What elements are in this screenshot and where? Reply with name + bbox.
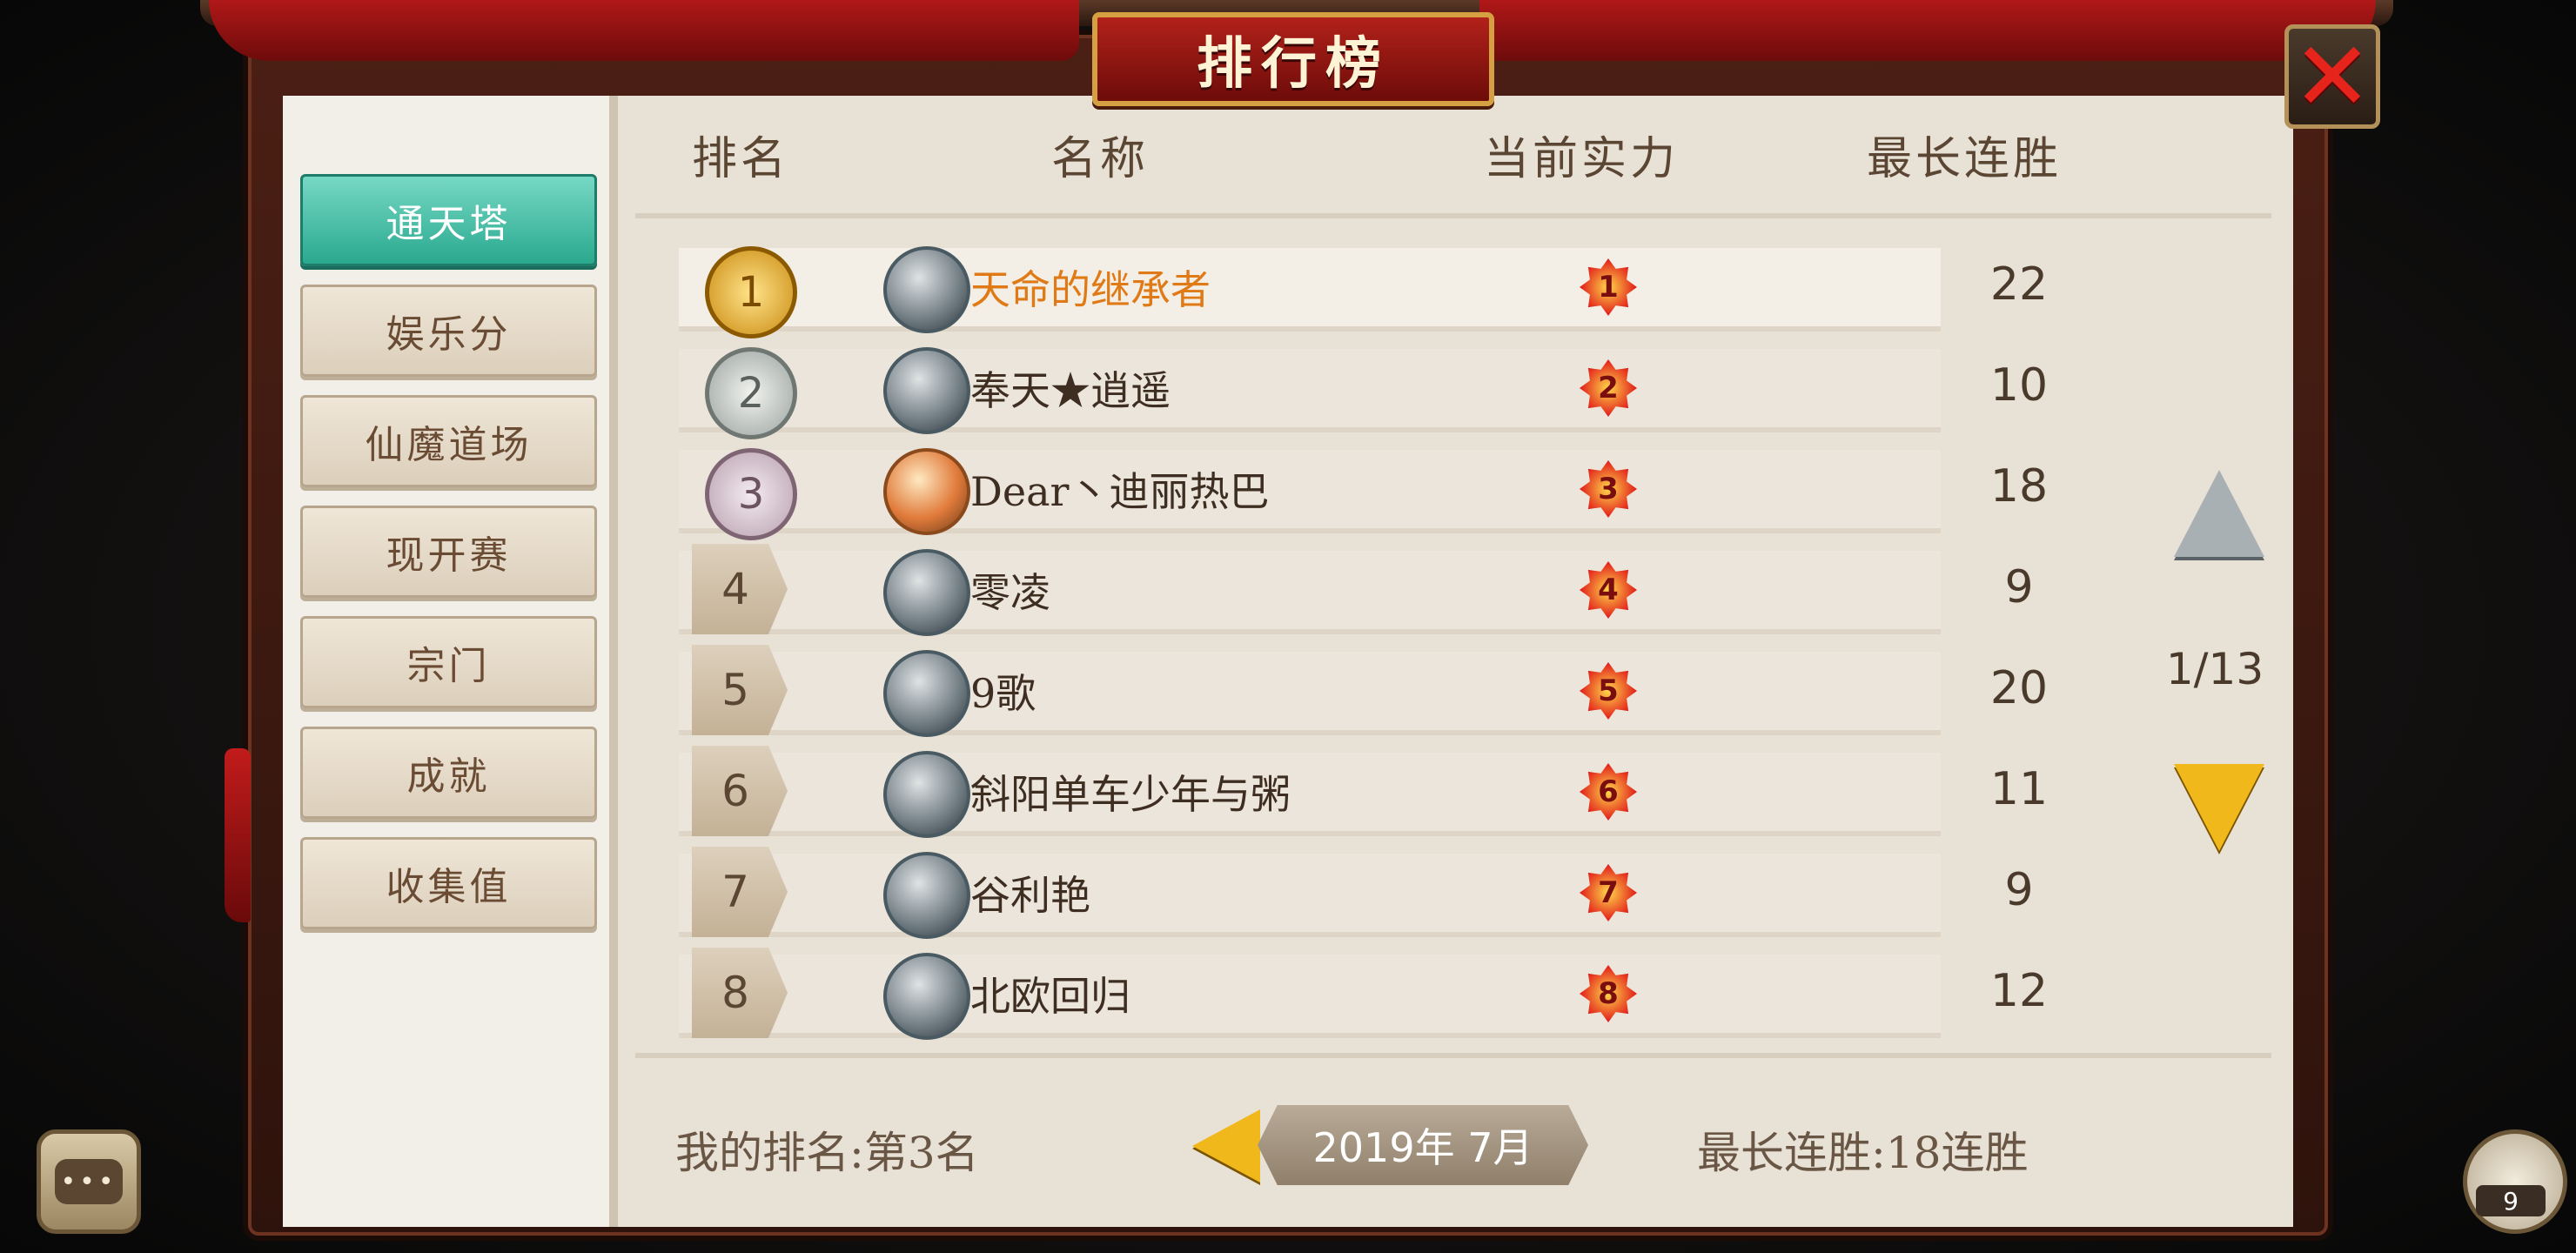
table-row[interactable]: 2 奉天★逍遥 2 10 — [679, 340, 2048, 439]
curtain-right — [1479, 0, 2376, 61]
player-name: 天命的继承者 — [970, 266, 1211, 313]
table-row[interactable]: 6 斜阳单车少年与粥 6 11 — [679, 744, 2048, 838]
silver-medal-icon: 2 — [705, 347, 797, 439]
avatar — [883, 246, 970, 333]
tab-zongmen[interactable]: 宗门 — [300, 616, 597, 708]
red-tassel — [225, 748, 251, 922]
month-selector[interactable]: 2019年 7月 — [1258, 1105, 1588, 1185]
scroll-down-icon[interactable] — [2174, 764, 2264, 851]
avatar — [883, 953, 970, 1040]
avatar — [883, 751, 970, 838]
streak-value: 9 — [2004, 561, 2034, 613]
friends-icon[interactable] — [2463, 1129, 2567, 1234]
curtain-left — [209, 0, 1079, 61]
player-name: 斜阳单车少年与粥 — [970, 771, 1291, 818]
rank-flag: 8 — [692, 948, 788, 1038]
gold-medal-icon: 1 — [705, 246, 797, 338]
streak-value: 22 — [1989, 258, 2049, 311]
avatar — [883, 852, 970, 939]
table-row[interactable]: 1 天命的继承者 1 22 — [679, 239, 2048, 338]
player-name: 9歌 — [970, 670, 1036, 717]
power-badge: 3 — [1580, 460, 1637, 518]
streak-value: 20 — [1989, 662, 2049, 714]
page-indicator: 1/13 — [2165, 644, 2264, 694]
tab-yulefen[interactable]: 娱乐分 — [300, 285, 597, 377]
scroll-up-icon[interactable] — [2174, 470, 2264, 557]
rank-flag: 5 — [692, 645, 788, 735]
player-name: Dear丶迪丽热巴 — [970, 468, 1270, 515]
rank-flag: 4 — [692, 544, 788, 634]
column-header-streak: 最长连胜 — [1867, 133, 2063, 185]
tab-xianmodaochang[interactable]: 仙魔道场 — [300, 395, 597, 487]
streak-value: 10 — [1989, 359, 2049, 412]
power-badge: 4 — [1580, 561, 1637, 619]
tab-shoujizhi[interactable]: 收集值 — [300, 837, 597, 929]
rank-flag: 6 — [692, 746, 788, 836]
avatar — [883, 347, 970, 434]
header-divider — [635, 213, 2271, 218]
previous-month-icon[interactable] — [1192, 1109, 1260, 1183]
table-row[interactable]: 7 谷利艳 7 9 — [679, 845, 2034, 939]
table-row[interactable]: 5 9歌 5 20 — [679, 643, 2048, 737]
streak-value: 11 — [1989, 763, 2049, 815]
column-header-name: 名称 — [1051, 133, 1150, 185]
friends-count-badge: 9 — [2476, 1185, 2546, 1216]
best-streak-label: 最长连胜:18连胜 — [1697, 1128, 2029, 1178]
table-row[interactable]: 4 零凌 4 9 — [679, 542, 2034, 636]
tab-chengjiu[interactable]: 成就 — [300, 727, 597, 819]
player-name: 北欧回归 — [970, 973, 1130, 1020]
my-rank-label: 我的排名:第3名 — [675, 1128, 979, 1178]
tab-tongtianta[interactable]: 通天塔 — [300, 174, 597, 266]
streak-value: 12 — [1989, 965, 2049, 1017]
power-badge: 6 — [1580, 763, 1637, 821]
bronze-medal-icon: 3 — [705, 448, 797, 540]
column-header-power: 当前实力 — [1484, 133, 1680, 185]
streak-value: 18 — [1989, 460, 2049, 513]
column-header-rank: 排名 — [692, 133, 790, 185]
power-badge: 8 — [1580, 965, 1637, 1022]
player-name: 零凌 — [970, 569, 1050, 616]
streak-value: 9 — [2004, 864, 2034, 916]
player-name: 谷利艳 — [970, 872, 1090, 919]
table-row[interactable]: 3 Dear丶迪丽热巴 3 18 — [679, 441, 2048, 540]
page-title: 排行榜 — [1092, 12, 1494, 106]
power-badge: 7 — [1580, 864, 1637, 921]
footer-divider — [635, 1053, 2271, 1058]
avatar — [883, 650, 970, 737]
power-badge: 5 — [1580, 662, 1637, 720]
rank-flag: 7 — [692, 847, 788, 937]
close-icon: ✕ — [2291, 21, 2373, 132]
table-row[interactable]: 8 北欧回归 8 12 — [679, 946, 2048, 1040]
chat-button[interactable]: ••• — [37, 1129, 141, 1234]
tab-xiankaisai[interactable]: 现开赛 — [300, 506, 597, 598]
close-button[interactable]: ✕ — [2284, 24, 2380, 129]
avatar — [883, 549, 970, 636]
player-name: 奉天★逍遥 — [970, 367, 1171, 414]
chat-bubble-icon: ••• — [55, 1159, 123, 1204]
avatar — [883, 448, 970, 535]
